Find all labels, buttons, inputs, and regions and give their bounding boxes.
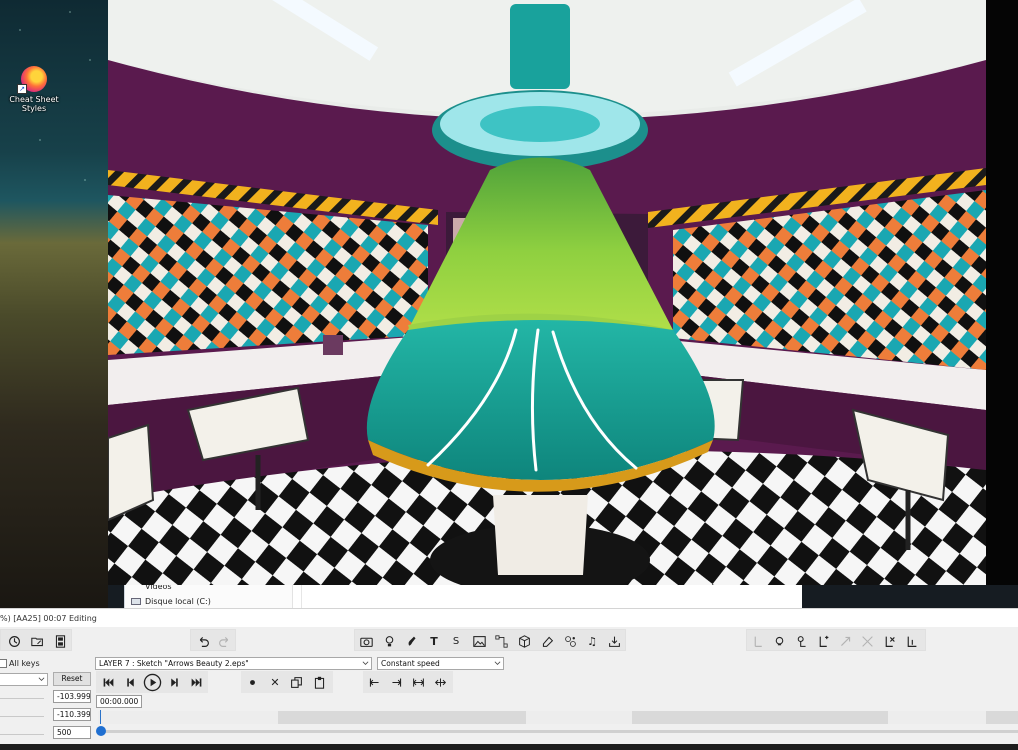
center-range-icon[interactable] (432, 674, 448, 690)
jump-start-key-icon[interactable] (366, 674, 382, 690)
undo-icon[interactable] (195, 633, 211, 649)
chevron-down-icon (494, 661, 501, 665)
particles-icon[interactable] (562, 633, 578, 649)
toolbar-keyframe-group (746, 629, 926, 651)
editor-title-bar: %) [AA25] 00:07 Editing (0, 609, 1018, 627)
screen: ↗ Cheat Sheet Styles Vidéos Disque local… (0, 0, 1018, 750)
chevron-down-icon (362, 661, 369, 665)
music-note-icon[interactable]: ♫ (584, 633, 600, 649)
speed-select[interactable]: Constant speed (377, 657, 504, 670)
divider (0, 716, 44, 717)
bulb-key-icon[interactable] (771, 633, 787, 649)
film-strip-icon[interactable] (52, 633, 68, 649)
scale-key-icon[interactable] (859, 633, 875, 649)
play-button[interactable] (142, 672, 162, 692)
align-icon[interactable] (750, 633, 766, 649)
skip-to-start-icon[interactable] (100, 674, 116, 690)
text-icon[interactable]: T (426, 633, 442, 649)
zoom-slider-handle[interactable] (96, 726, 106, 736)
toolbar-file-group (0, 629, 72, 651)
drive-icon (131, 598, 141, 605)
shape-path-icon[interactable] (493, 633, 509, 649)
motion-key-icon[interactable] (793, 633, 809, 649)
toolbar-insert-group: T S ♫ (354, 629, 626, 651)
timeline-jump-controls (363, 671, 453, 693)
jump-end-key-icon[interactable] (388, 674, 404, 690)
desktop-icon-label: Cheat Sheet Styles (9, 95, 59, 113)
record-icon[interactable] (244, 674, 260, 690)
expand-range-icon[interactable] (410, 674, 426, 690)
link-key-icon[interactable] (837, 633, 853, 649)
all-keys-label: All keys (9, 659, 40, 668)
animation-editor-window: %) [AA25] 00:07 Editing T S ♫ All keys L… (0, 608, 1018, 750)
firefox-shortcut-icon: ↗ (17, 66, 47, 94)
file-explorer-window: Vidéos Disque local (C:) (124, 582, 802, 608)
camera-icon[interactable] (358, 633, 374, 649)
close-icon[interactable]: ✕ (267, 674, 283, 690)
reset-button[interactable]: Reset (53, 672, 91, 686)
all-keys-checkbox[interactable] (0, 659, 7, 668)
open-folder-icon[interactable] (29, 633, 45, 649)
3d-cube-icon[interactable] (516, 633, 532, 649)
eraser-icon[interactable] (539, 633, 555, 649)
key-down-icon[interactable] (903, 633, 919, 649)
size-field[interactable]: 500 (53, 726, 91, 739)
previous-frame-icon[interactable] (122, 674, 138, 690)
window-title: %) [AA25] 00:07 Editing (0, 614, 97, 623)
delete-key-icon[interactable] (881, 633, 897, 649)
brush-icon[interactable] (403, 633, 419, 649)
property-select[interactable] (0, 673, 48, 686)
skip-to-end-icon[interactable] (188, 674, 204, 690)
explorer-content-pane (301, 585, 802, 608)
toolbar-undo-group (190, 629, 236, 651)
preview-image (108, 0, 986, 585)
light-bulb-icon[interactable] (381, 633, 397, 649)
zoom-slider-track[interactable] (98, 730, 1018, 733)
timeline-track[interactable] (98, 711, 1018, 724)
sketch-icon[interactable]: S (448, 633, 464, 649)
timeline-segment (986, 711, 1018, 724)
night-sky (0, 0, 108, 244)
history-icon[interactable] (6, 633, 22, 649)
desktop-right-edge (986, 0, 1018, 608)
playhead[interactable] (100, 710, 101, 724)
explorer-navigation-pane: Vidéos Disque local (C:) (125, 582, 293, 608)
desktop-shortcut-cheat-sheet-styles[interactable]: ↗ Cheat Sheet Styles (8, 66, 60, 113)
add-key-icon[interactable] (815, 633, 831, 649)
time-field[interactable]: 00:00.000 (96, 695, 142, 708)
image-icon[interactable] (471, 633, 487, 649)
next-frame-icon[interactable] (166, 674, 182, 690)
layer-select-value: LAYER 7 : Sketch "Arrows Beauty 2.eps" (99, 659, 249, 668)
divider (0, 698, 44, 699)
speed-select-value: Constant speed (381, 659, 440, 668)
copy-icon[interactable] (288, 674, 304, 690)
playback-controls (96, 671, 208, 693)
nav-item-local-disk[interactable]: Disque local (C:) (145, 597, 211, 606)
timeline-segment (632, 711, 888, 724)
taskbar-edge (0, 744, 1018, 750)
timeline-segment (278, 711, 526, 724)
paste-icon[interactable] (311, 674, 327, 690)
redo-icon[interactable] (216, 633, 232, 649)
record-controls: ✕ (241, 671, 333, 693)
desktop-background: ↗ Cheat Sheet Styles (0, 0, 108, 608)
position-y-field[interactable]: -110.3999 (53, 708, 91, 721)
chevron-down-icon (38, 677, 45, 681)
divider (0, 734, 44, 735)
position-x-field[interactable]: -103.9999 (53, 690, 91, 703)
salon-illustration (108, 0, 986, 585)
layer-select[interactable]: LAYER 7 : Sketch "Arrows Beauty 2.eps" (95, 657, 372, 670)
export-icon[interactable] (606, 633, 622, 649)
